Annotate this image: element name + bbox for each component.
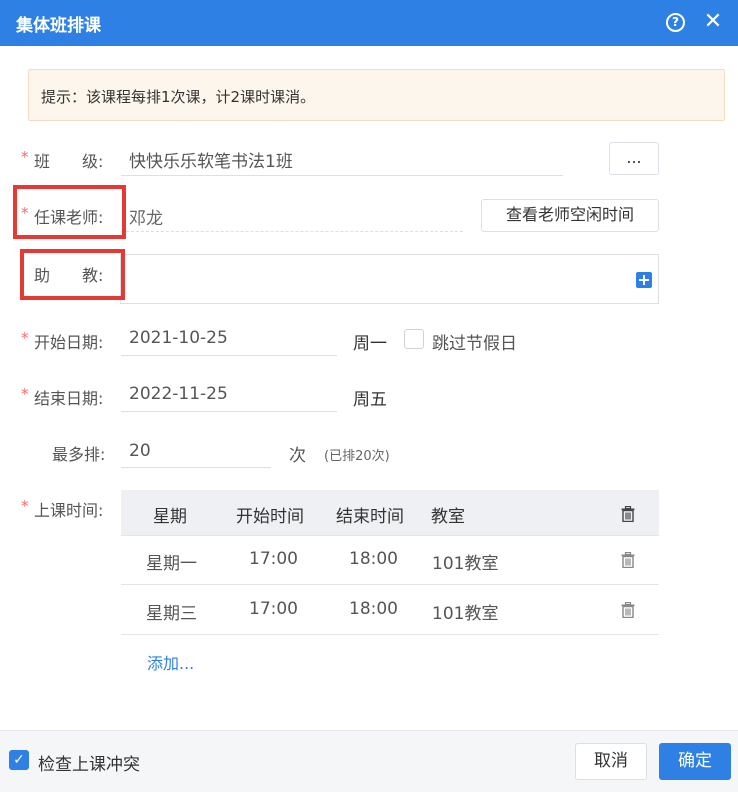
end-date-underline — [121, 411, 337, 412]
delete-all-trash-icon[interactable] — [621, 506, 635, 522]
add-schedule-link[interactable]: 添加... — [147, 650, 194, 674]
assistant-field[interactable] — [120, 254, 659, 304]
confirm-button[interactable]: 确定 — [659, 743, 731, 780]
scheduled-count-note: (已排20次) — [324, 449, 390, 464]
highlight-box-assistant — [20, 249, 125, 300]
schedule-table-header: 星期 开始时间 结束时间 教室 — [121, 490, 659, 535]
required-mark: * — [21, 497, 29, 515]
row-1-start: 17:00 — [249, 549, 298, 569]
help-icon[interactable]: ? — [666, 13, 685, 32]
notice-text: 提示：该课程每排1次课，计2课时课消。 — [41, 88, 316, 106]
row-1-trash-icon[interactable] — [621, 552, 635, 568]
close-icon[interactable]: ✕ — [702, 8, 724, 36]
row-2-end: 18:00 — [349, 599, 398, 619]
table-divider — [121, 634, 659, 635]
cancel-button[interactable]: 取消 — [575, 743, 647, 780]
class-picker-button[interactable]: ... — [609, 142, 659, 175]
column-header-room: 教室 — [431, 507, 465, 527]
max-sessions-value[interactable]: 20 — [129, 441, 151, 461]
notice-banner: 提示：该课程每排1次课，计2课时课消。 — [28, 69, 725, 121]
max-sessions-label: 最多排: — [52, 445, 106, 464]
teacher-free-time-button[interactable]: 查看老师空闲时间 — [481, 199, 659, 232]
row-2-start: 17:00 — [249, 599, 298, 619]
column-header-weekday: 星期 — [153, 507, 187, 527]
skip-holiday-label[interactable]: 跳过节假日 — [432, 329, 517, 354]
conflict-check-label[interactable]: 检查上课冲突 — [38, 750, 140, 775]
start-weekday: 周一 — [353, 334, 387, 354]
teacher-input-underline — [121, 231, 463, 232]
highlight-box-teacher — [13, 185, 126, 239]
table-divider — [121, 535, 659, 536]
table-divider — [121, 584, 659, 585]
max-sessions-unit: 次 — [289, 446, 306, 466]
required-mark: * — [21, 148, 29, 166]
required-mark: * — [21, 329, 29, 347]
class-label: 班 级: — [34, 152, 104, 171]
row-2-weekday: 星期三 — [146, 604, 197, 624]
end-weekday: 周五 — [353, 390, 387, 410]
conflict-check-checkbox[interactable]: ✓ — [9, 750, 29, 770]
column-header-start: 开始时间 — [236, 507, 304, 527]
class-value[interactable]: 快快乐乐软笔书法1班 — [129, 147, 293, 172]
row-1-room: 101教室 — [432, 554, 499, 574]
end-date-value[interactable]: 2022-11-25 — [129, 384, 228, 404]
teacher-value[interactable]: 邓龙 — [129, 204, 163, 229]
column-header-end: 结束时间 — [336, 507, 404, 527]
required-mark: * — [21, 385, 29, 403]
end-date-label: 结束日期: — [34, 389, 104, 408]
row-2-trash-icon[interactable] — [621, 602, 635, 618]
row-2-room: 101教室 — [432, 604, 499, 624]
start-date-label: 开始日期: — [34, 333, 104, 352]
start-date-underline — [121, 355, 337, 356]
skip-holiday-checkbox[interactable] — [404, 329, 424, 349]
dialog-titlebar — [0, 0, 738, 46]
add-assistant-icon[interactable] — [636, 272, 652, 288]
class-input-underline — [121, 175, 563, 176]
dialog-title: 集体班排课 — [16, 16, 101, 36]
row-1-weekday: 星期一 — [146, 554, 197, 574]
schedule-label: 上课时间: — [34, 501, 104, 520]
row-1-end: 18:00 — [349, 549, 398, 569]
start-date-value[interactable]: 2021-10-25 — [129, 328, 228, 348]
max-sessions-underline — [121, 467, 271, 468]
